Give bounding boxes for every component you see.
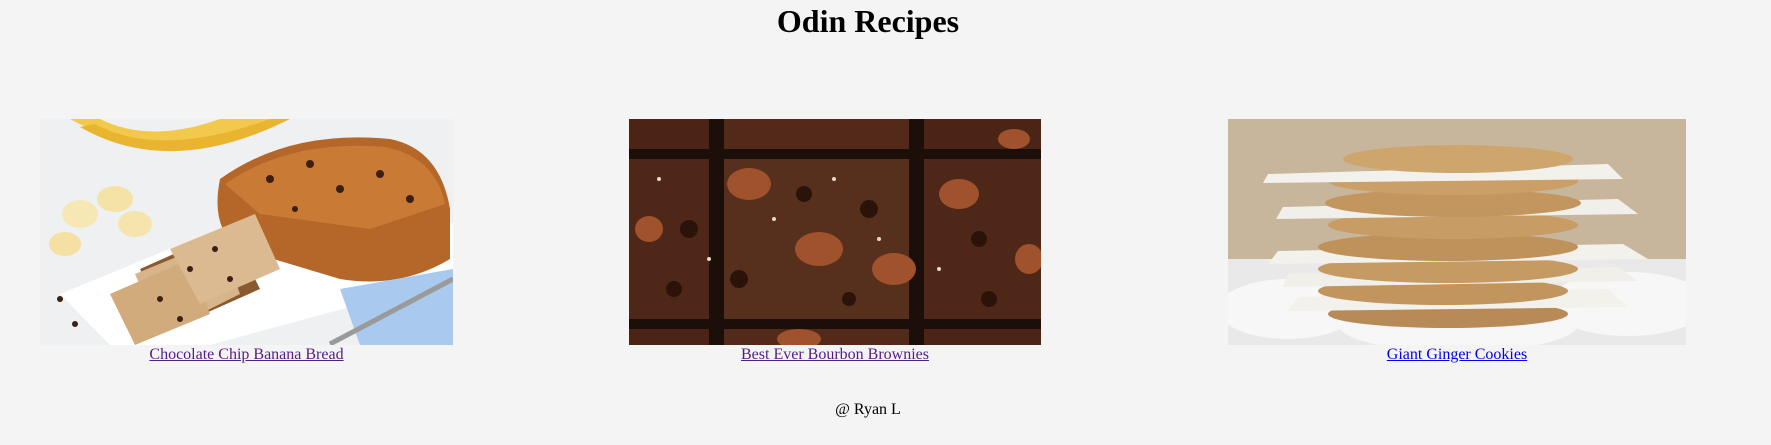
- page: Odin Recipes Chocolate Chip Banana Bread…: [0, 0, 1771, 445]
- footer-credit: @ Ryan L: [835, 401, 901, 418]
- recipe-card-ginger-cookies: Giant Ginger Cookies: [1228, 119, 1686, 365]
- recipe-card-bourbon-brownies: Best Ever Bourbon Brownies: [629, 119, 1041, 365]
- recipe-link-bourbon-brownies[interactable]: Best Ever Bourbon Brownies: [741, 345, 929, 365]
- bourbon-brownies-photo: [629, 119, 1041, 345]
- page-title: Odin Recipes: [776, 3, 960, 39]
- recipe-link-ginger-cookies[interactable]: Giant Ginger Cookies: [1387, 345, 1527, 365]
- ginger-cookies-photo: [1228, 119, 1686, 345]
- banana-bread-photo: [40, 119, 453, 345]
- recipe-card-banana-bread: Chocolate Chip Banana Bread: [40, 119, 453, 365]
- recipe-link-banana-bread[interactable]: Chocolate Chip Banana Bread: [149, 345, 343, 365]
